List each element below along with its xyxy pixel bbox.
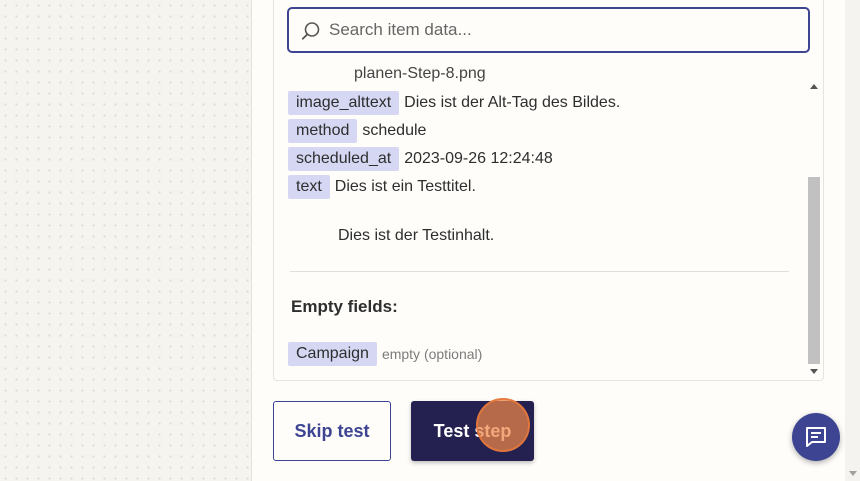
field-key: method xyxy=(288,119,358,143)
scroll-down-arrow-icon[interactable] xyxy=(849,471,857,476)
field-key: text xyxy=(288,175,330,199)
divider xyxy=(290,271,789,272)
field-key: Campaign xyxy=(288,342,377,366)
search-icon xyxy=(301,22,320,40)
field-value: 2023-09-26 12:24:48 xyxy=(404,150,553,167)
scroll-up-arrow-icon[interactable] xyxy=(810,84,818,89)
truncated-value: planen-Step-8.png xyxy=(354,65,486,82)
search-field[interactable] xyxy=(287,7,810,53)
workflow-canvas xyxy=(0,0,251,481)
list-item: Campaign empty (optional) xyxy=(288,342,482,366)
skip-test-button[interactable]: Skip test xyxy=(273,401,391,461)
page-scrollbar[interactable] xyxy=(845,0,860,481)
list-item: text Dies ist ein Testtitel. xyxy=(288,175,476,199)
list-item: scheduled_at 2023-09-26 12:24:48 xyxy=(288,147,553,171)
field-key: image_alttext xyxy=(288,91,400,115)
list-item: method schedule xyxy=(288,119,426,143)
list-item: image_alttext Dies ist der Alt-Tag des B… xyxy=(288,91,620,115)
scroll-down-arrow-icon[interactable] xyxy=(810,369,818,374)
field-value-continued: Dies ist der Testinhalt. xyxy=(338,227,495,244)
field-value: Dies ist ein Testtitel. xyxy=(334,178,476,195)
field-value: schedule xyxy=(362,122,427,139)
list-scrollbar[interactable] xyxy=(806,77,822,380)
chat-icon xyxy=(806,427,826,447)
field-value: Dies ist der Alt-Tag des Bildes. xyxy=(404,94,621,111)
field-key: scheduled_at xyxy=(288,147,400,171)
field-value: empty (optional) xyxy=(381,346,483,362)
empty-fields-heading: Empty fields: xyxy=(291,297,398,316)
item-data-list[interactable]: planen-Step-8.png image_alttext Dies ist… xyxy=(274,55,806,380)
chat-button[interactable] xyxy=(792,413,840,461)
test-step-button[interactable]: Test step xyxy=(411,401,534,461)
scrollbar-thumb[interactable] xyxy=(808,177,820,364)
search-input[interactable] xyxy=(329,9,799,51)
